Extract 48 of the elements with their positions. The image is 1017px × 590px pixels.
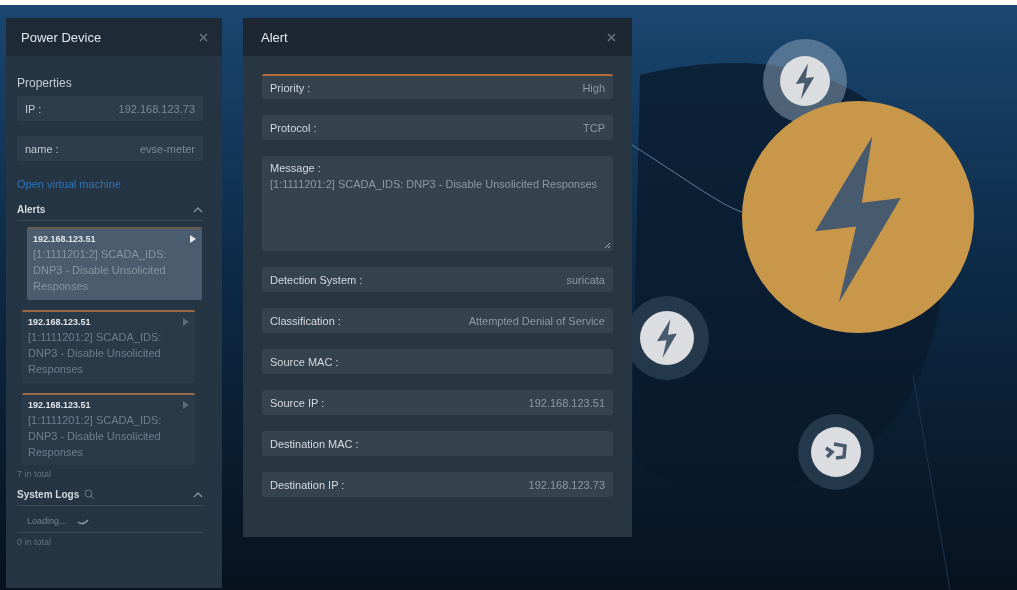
play-icon (183, 318, 189, 326)
alert-item[interactable]: 192.168.123.51 [1:1111201:2] SCADA_IDS: DNP3 - Disable Unsolicited Responses (22, 310, 195, 383)
property-value: evse-meter (139, 142, 195, 155)
loading-text: Loading... (27, 516, 67, 526)
field-value: Attempted Denial of Service (468, 314, 605, 327)
property-label: name : (25, 142, 59, 155)
field-label: Classification : (270, 314, 341, 327)
section-title: Alerts (17, 204, 46, 215)
power-node-icon[interactable] (742, 101, 974, 333)
section-title: Properties (17, 76, 73, 90)
field-label: Source MAC : (270, 355, 339, 368)
property-label: IP : (25, 102, 42, 115)
collapse-icon[interactable] (193, 206, 203, 213)
field-label: Message : (270, 162, 322, 174)
field-value: [1:1111201:2] SCADA_IDS: DNP3 - Disable Unsolicited Responses (270, 178, 599, 190)
terminal-node-icon[interactable] (798, 414, 874, 490)
play-icon (190, 235, 196, 243)
alert-ip: 192.168.123.51 (28, 400, 91, 410)
collapse-icon[interactable] (193, 491, 203, 498)
section-title: System Logs (17, 489, 80, 500)
field-value: 192.168.123.51 (528, 396, 605, 409)
field-value: suricata (566, 273, 605, 286)
play-icon (183, 401, 189, 409)
field-label: Destination MAC : (270, 437, 359, 450)
field-value: 192.168.123.73 (528, 478, 605, 491)
field-label: Protocol : (270, 121, 317, 134)
field-value: High (582, 81, 605, 94)
alert-message: [1:1111201:2] SCADA_IDS: DNP3 - Disable Unsolicited Responses (28, 330, 163, 377)
panel-title: Power Device (21, 29, 102, 45)
field-label: Priority : (270, 81, 311, 94)
alert-message: [1:1111201:2] SCADA_IDS: DNP3 - Disable Unsolicited Responses (28, 413, 163, 460)
alert-ip: 192.168.123.51 (28, 317, 91, 327)
alert-ip: 192.168.123.51 (33, 234, 96, 244)
field-label: Detection System : (270, 273, 363, 286)
message-field[interactable]: Message : [1:1111201:2] SCADA_IDS: DNP3 - Disable Unsolicited Responses (262, 156, 613, 251)
field-label: Destination IP : (270, 478, 345, 491)
dialog-title: Alert (261, 29, 288, 45)
resize-grip-icon[interactable] (604, 242, 611, 249)
search-icon[interactable] (84, 489, 96, 500)
close-icon[interactable] (607, 32, 616, 42)
alert-message: [1:1111201:2] SCADA_IDS: DNP3 - Disable Unsolicited Responses (33, 247, 168, 294)
alert-item[interactable]: 192.168.123.51 [1:1111201:2] SCADA_IDS: DNP3 - Disable Unsolicited Responses (27, 227, 202, 300)
property-value: 192.168.123.73 (118, 102, 195, 115)
alert-item[interactable]: 192.168.123.51 [1:1111201:2] SCADA_IDS: DNP3 - Disable Unsolicited Responses (22, 393, 195, 465)
field-value: TCP (583, 121, 605, 134)
spinner-icon (76, 517, 89, 525)
field-label: Source IP : (270, 396, 325, 409)
close-icon[interactable] (199, 32, 208, 42)
